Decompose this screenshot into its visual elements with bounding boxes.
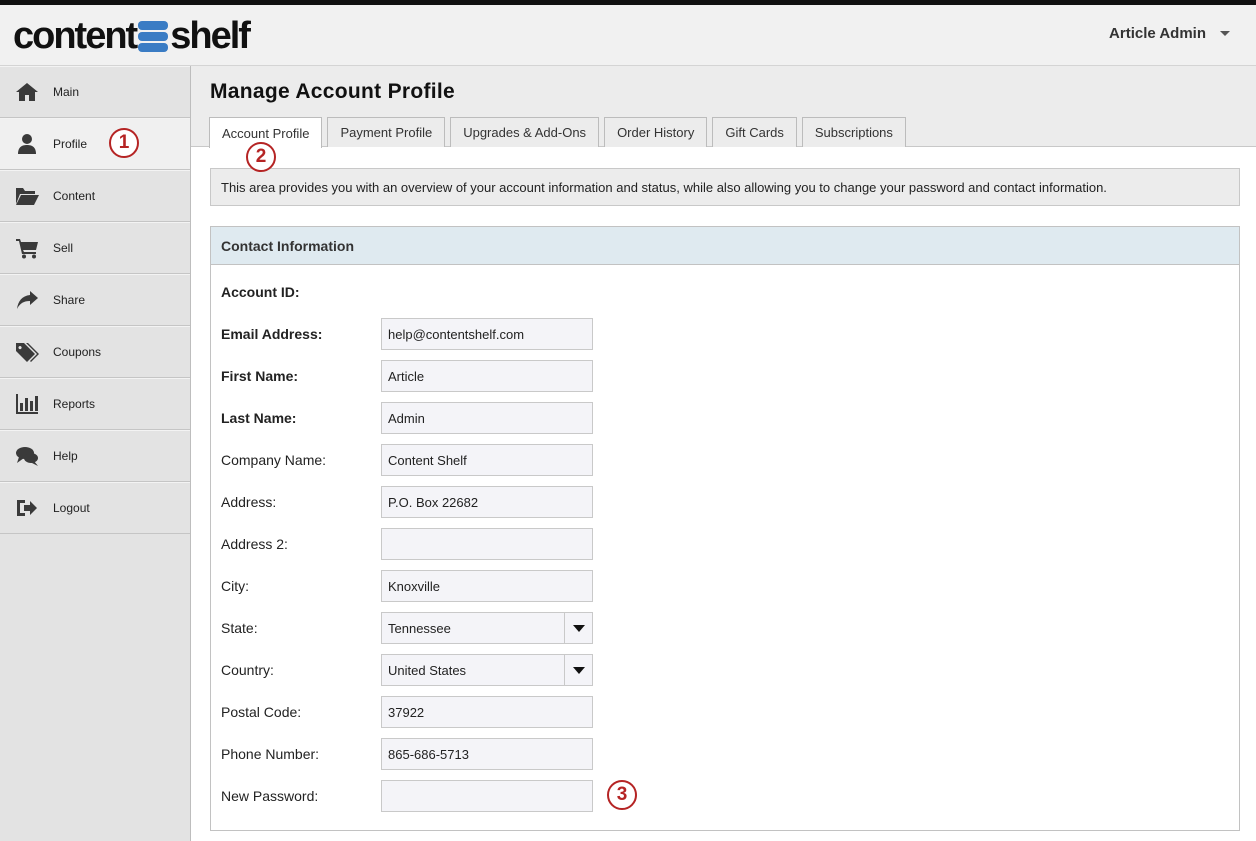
logo-mark-icon — [138, 20, 169, 52]
first-name-field[interactable]: Article — [381, 360, 593, 392]
sidebar-item-label: Help — [53, 449, 78, 463]
tab-payment-profile[interactable]: Payment Profile — [327, 117, 446, 147]
contact-information-panel: Contact Information Account ID: Email Ad… — [210, 226, 1240, 831]
tags-icon — [14, 341, 40, 363]
postal-code-field[interactable]: 37922 — [381, 696, 593, 728]
sidebar-item-profile[interactable]: Profile — [0, 118, 190, 170]
city-field[interactable]: Knoxville — [381, 570, 593, 602]
email-label: Email Address: — [221, 326, 323, 342]
country-select[interactable]: United States — [381, 654, 593, 686]
sidebar-item-sell[interactable]: Sell — [0, 222, 190, 274]
last-name-label: Last Name: — [221, 410, 297, 426]
logo[interactable]: content shelf — [13, 15, 251, 57]
dropdown-arrow-icon[interactable] — [564, 655, 592, 685]
panel-heading: Contact Information — [211, 227, 1239, 265]
country-selected-value: United States — [388, 662, 467, 678]
page-title: Manage Account Profile — [210, 80, 456, 103]
last-name-row: Last Name: Admin — [221, 402, 593, 434]
sidebar-item-label: Profile — [53, 137, 88, 151]
app-header: content shelf Article Admin — [0, 5, 1256, 66]
tab-order-history[interactable]: Order History — [604, 117, 708, 147]
city-label: City: — [221, 578, 249, 594]
tab-bar: Account Profile Payment Profile Upgrades… — [209, 117, 906, 148]
sidebar-item-coupons[interactable]: Coupons — [0, 326, 190, 378]
tab-subscriptions[interactable]: Subscriptions — [801, 117, 906, 147]
phone-row: Phone Number: 865-686-5713 — [221, 738, 593, 770]
tab-upgrades-add-ons[interactable]: Upgrades & Add-Ons — [450, 117, 600, 147]
sidebar-item-label: Reports — [53, 397, 96, 411]
state-selected-value: Tennessee — [388, 620, 451, 636]
sidebar-item-reports[interactable]: Reports — [0, 378, 190, 430]
bar-chart-icon — [14, 393, 40, 415]
user-name: Article Admin — [1109, 25, 1206, 42]
share-icon — [14, 289, 40, 311]
address2-label: Address 2: — [221, 536, 288, 552]
sidebar-item-content[interactable]: Content — [0, 170, 190, 222]
state-row: State: Tennessee — [221, 612, 593, 644]
address2-row: Address 2: — [221, 528, 593, 560]
logo-text-left: content — [13, 15, 138, 57]
chat-icon — [14, 445, 40, 467]
account-id-label: Account ID: — [221, 284, 300, 300]
sidebar: Main Profile Content Sell Share Coupons — [0, 66, 191, 841]
sidebar-item-label: Sell — [53, 241, 74, 255]
email-field[interactable]: help@contentshelf.com — [381, 318, 593, 350]
country-row: Country: United States — [221, 654, 593, 686]
sidebar-item-logout[interactable]: Logout — [0, 482, 190, 534]
tab-gift-cards[interactable]: Gift Cards — [712, 117, 797, 147]
password-row: New Password: — [221, 780, 593, 812]
main-content: Manage Account Profile Account Profile P… — [191, 66, 1256, 841]
company-field[interactable]: Content Shelf — [381, 444, 593, 476]
company-label: Company Name: — [221, 452, 327, 468]
first-name-row: First Name: Article — [221, 360, 593, 392]
sidebar-item-help[interactable]: Help — [0, 430, 190, 482]
sidebar-item-main[interactable]: Main — [0, 66, 190, 118]
address-row: Address: P.O. Box 22682 — [221, 486, 593, 518]
postal-row: Postal Code: 37922 — [221, 696, 593, 728]
phone-field[interactable]: 865-686-5713 — [381, 738, 593, 770]
country-label: Country: — [221, 662, 274, 678]
last-name-field[interactable]: Admin — [381, 402, 593, 434]
user-menu[interactable]: Article Admin — [1109, 25, 1230, 42]
address2-field[interactable] — [381, 528, 593, 560]
company-row: Company Name: Content Shelf — [221, 444, 593, 476]
email-row: Email Address: help@contentshelf.com — [221, 318, 593, 350]
dropdown-arrow-icon[interactable] — [564, 613, 592, 643]
first-name-label: First Name: — [221, 368, 299, 384]
main-header: Manage Account Profile Account Profile P… — [191, 66, 1256, 148]
sidebar-item-label: Main — [53, 85, 80, 99]
callout-marker: 3 — [607, 780, 637, 810]
address-label: Address: — [221, 494, 277, 510]
home-icon — [14, 81, 40, 103]
account-id-row: Account ID: — [221, 276, 381, 308]
address-field[interactable]: P.O. Box 22682 — [381, 486, 593, 518]
cart-icon — [14, 237, 40, 259]
folder-icon — [14, 185, 40, 207]
sidebar-item-label: Share — [53, 293, 86, 307]
password-label: New Password: — [221, 788, 319, 804]
logo-text-right: shelf — [170, 15, 251, 57]
callout-marker: 1 — [109, 128, 139, 158]
logout-icon — [14, 497, 40, 519]
sidebar-item-share[interactable]: Share — [0, 274, 190, 326]
state-label: State: — [221, 620, 258, 636]
sidebar-item-label: Content — [53, 189, 96, 203]
new-password-field[interactable] — [381, 780, 593, 812]
city-row: City: Knoxville — [221, 570, 593, 602]
user-icon — [14, 133, 40, 155]
chevron-down-icon — [1220, 31, 1230, 36]
postal-label: Postal Code: — [221, 704, 302, 720]
callout-marker: 2 — [246, 142, 276, 172]
state-select[interactable]: Tennessee — [381, 612, 593, 644]
phone-label: Phone Number: — [221, 746, 320, 762]
info-message: This area provides you with an overview … — [210, 168, 1240, 206]
sidebar-item-label: Coupons — [53, 345, 102, 359]
sidebar-item-label: Logout — [53, 501, 90, 515]
